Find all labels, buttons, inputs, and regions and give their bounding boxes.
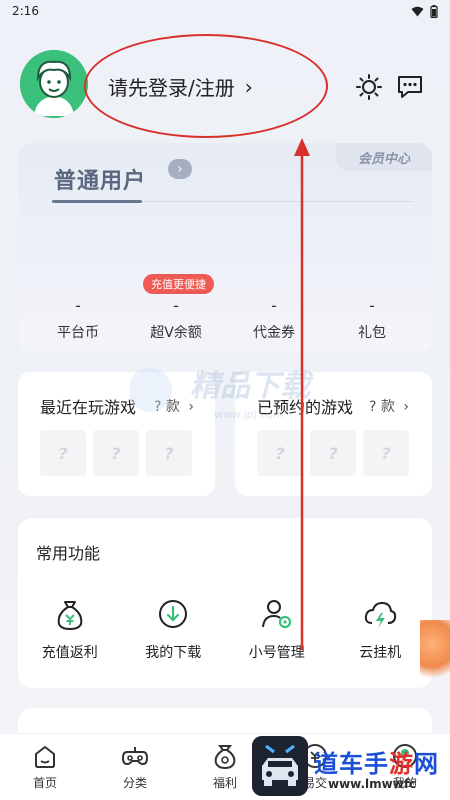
wallet-stats: - 平台币 - 超V余额 - 代金券 - 礼包 [30, 296, 420, 342]
function-cloud-hosting[interactable]: 云挂机 [329, 596, 433, 662]
member-center-tab[interactable]: 会员中心 [336, 143, 432, 171]
avatar-face-icon [20, 50, 88, 118]
wifi-icon [411, 6, 424, 16]
function-label: 我的下载 [145, 645, 202, 661]
count-text: ? 款 [154, 399, 180, 415]
game-slot-placeholder: ? [310, 430, 356, 476]
brand-text-a: 道车手 [314, 750, 389, 778]
battery-icon [430, 4, 438, 18]
common-functions-card: 常用功能 充值返利 我的下载 小号管理 云挂机 [18, 518, 432, 688]
message-icon[interactable] [396, 74, 424, 100]
recent-games-count: ? 款 › [154, 396, 194, 416]
profile-header: 请先登录/注册 › [0, 34, 450, 138]
site-watermark-title: 道车手游网 [314, 744, 439, 779]
function-my-downloads[interactable]: 我的下载 [122, 596, 226, 662]
game-slot-placeholder: ? [363, 430, 409, 476]
reserved-games-count: ? 款 › [369, 396, 409, 416]
recent-game-slots: ? ? ? [40, 430, 192, 476]
cloud-lightning-icon [365, 601, 397, 628]
stat-value: - [369, 296, 375, 315]
reserved-games-title: 已预约的游戏 [257, 398, 354, 417]
stat-label: 礼包 [358, 325, 386, 341]
count-text: ? 款 [369, 399, 395, 415]
recent-games-title: 最近在玩游戏 [40, 398, 137, 417]
stat-gift-pack[interactable]: - 礼包 [324, 296, 420, 342]
site-logo [252, 736, 308, 796]
games-row: 最近在玩游戏 ? 款 › ? ? ? 已预约的游戏 ? 款 › ? ? ? [18, 372, 432, 496]
money-bag-icon [57, 601, 83, 631]
game-slot-placeholder: ? [40, 430, 86, 476]
tab-label: 首页 [32, 776, 57, 790]
game-slot-placeholder: ? [146, 430, 192, 476]
brand-text-b: 游 [389, 750, 414, 778]
stat-voucher[interactable]: - 代金券 [226, 296, 322, 342]
user-settings-icon [261, 600, 291, 629]
stat-value: - [271, 296, 277, 315]
function-sub-account[interactable]: 小号管理 [225, 596, 329, 662]
gamepad-icon [121, 747, 149, 766]
avatar[interactable] [20, 50, 88, 118]
chevron-right-icon: › [188, 399, 194, 415]
home-icon [35, 746, 55, 768]
stat-label: 代金券 [253, 325, 295, 341]
function-label: 充值返利 [41, 645, 98, 661]
recent-games-card[interactable]: 最近在玩游戏 ? 款 › ? ? ? [18, 372, 215, 496]
stat-label: 平台币 [57, 325, 99, 341]
floating-gift-icon[interactable] [420, 620, 450, 680]
tab-category[interactable]: 分类 [90, 734, 180, 800]
stat-value: - [75, 296, 81, 315]
divider [142, 201, 414, 202]
download-icon [159, 600, 188, 628]
tab-label: 分类 [122, 776, 147, 790]
stat-label: 超V余额 [150, 325, 202, 341]
section-title: 常用功能 [36, 544, 101, 563]
game-slot-placeholder: ? [257, 430, 303, 476]
tab-home[interactable]: 首页 [0, 734, 90, 800]
function-label: 云挂机 [359, 645, 402, 661]
status-icons [411, 4, 438, 18]
site-watermark-url: www.lmwwfc [328, 777, 417, 791]
settings-icon[interactable] [356, 74, 382, 100]
member-level: 普通用户 [54, 169, 147, 194]
function-label: 小号管理 [248, 645, 305, 661]
function-list: 充值返利 我的下载 小号管理 云挂机 [18, 596, 432, 662]
car-logo-icon [252, 736, 308, 796]
annotation-oval [84, 34, 328, 138]
member-title-underline [52, 200, 142, 203]
game-slot-placeholder: ? [93, 430, 139, 476]
gift-bag-icon [214, 745, 236, 770]
status-time: 2:16 [12, 4, 39, 18]
stat-super-v-balance[interactable]: - 超V余额 [128, 296, 224, 342]
brand-text-c: 网 [414, 750, 439, 778]
tab-label: 福利 [212, 776, 237, 790]
reserved-games-card[interactable]: 已预约的游戏 ? 款 › ? ? ? [235, 372, 432, 496]
stat-platform-coin[interactable]: - 平台币 [30, 296, 126, 342]
member-arrow-icon[interactable]: › [168, 159, 192, 179]
stat-value: - [173, 296, 179, 315]
recharge-badge[interactable]: 充值更便捷 [143, 274, 214, 294]
status-bar: 2:16 [0, 0, 450, 22]
reserved-game-slots: ? ? ? [257, 430, 409, 476]
chevron-right-icon: › [403, 399, 409, 415]
function-recharge-rebate[interactable]: 充值返利 [18, 596, 122, 662]
